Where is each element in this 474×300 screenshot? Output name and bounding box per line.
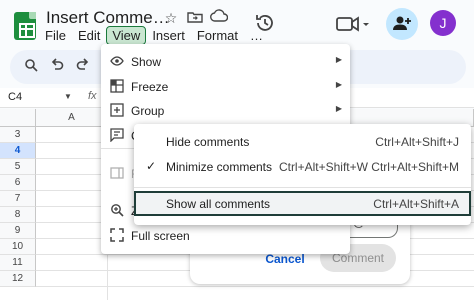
submenu-arrow-icon: ▶	[335, 80, 342, 89]
minimize-comments-label: Minimize comments	[166, 160, 273, 174]
row-header[interactable]: 6	[0, 175, 36, 191]
view-menu-group[interactable]: Group ▶	[101, 99, 350, 123]
title-icons: ☆	[162, 9, 229, 27]
redo-icon[interactable]	[74, 58, 92, 76]
hide-comments-shortcut: Ctrl+Alt+Shift+J	[375, 135, 459, 149]
view-menu-fullscreen[interactable]: Full screen	[101, 224, 350, 248]
row-header[interactable]: 9	[0, 223, 36, 239]
avatar[interactable]: J	[430, 10, 456, 36]
row-header[interactable]: 7	[0, 191, 36, 207]
row-header[interactable]: 11	[0, 255, 36, 271]
version-history-icon[interactable]	[254, 12, 276, 34]
column-header-a[interactable]: A	[36, 109, 108, 127]
search-icon[interactable]	[22, 58, 40, 76]
submenu-arrow-icon: ▶	[335, 104, 342, 113]
submenu-arrow-icon: ▶	[335, 55, 342, 64]
sheets-app: Insert Comme… ☆ File Edit View Insert Fo…	[0, 0, 474, 300]
row-header[interactable]: 12	[0, 271, 36, 287]
menu-file[interactable]: File	[40, 27, 71, 44]
show-all-comments-item[interactable]: Show all comments Ctrl+Alt+Shift+A	[134, 191, 471, 216]
view-menu-label: Group	[131, 104, 165, 118]
cloud-status-icon[interactable]	[210, 9, 229, 27]
chevron-down-icon[interactable]: ▼	[64, 92, 72, 101]
fx-icon: fx	[88, 90, 97, 102]
document-title[interactable]: Insert Comme…	[46, 8, 170, 28]
menu-view[interactable]: View	[106, 26, 147, 45]
minimize-comments-shortcut: Ctrl+Alt+Shift+W Ctrl+Alt+Shift+M	[278, 160, 459, 174]
menubar: File Edit View Insert Format …	[40, 26, 270, 45]
undo-icon[interactable]	[48, 58, 66, 76]
view-menu-label: Show	[131, 55, 162, 69]
row-header-selected[interactable]: 4	[0, 143, 36, 159]
hide-comments-item[interactable]: Hide comments Ctrl+Alt+Shift+J	[134, 129, 471, 154]
move-folder-icon[interactable]	[186, 9, 204, 27]
comment-icon	[109, 128, 125, 144]
menu-divider	[134, 187, 471, 188]
row-header[interactable]: 8	[0, 207, 36, 223]
show-all-comments-shortcut: Ctrl+Alt+Shift+A	[373, 197, 459, 211]
view-menu-label: Freeze	[131, 80, 169, 94]
hide-comments-label: Hide comments	[166, 135, 250, 149]
select-all-corner[interactable]	[0, 109, 36, 127]
grid-line	[36, 286, 474, 287]
menu-edit[interactable]: Edit	[73, 27, 105, 44]
cell-reference[interactable]: C4	[8, 91, 22, 103]
menu-format[interactable]: Format	[192, 27, 243, 44]
view-menu-label: Full screen	[131, 229, 190, 243]
group-icon	[109, 103, 125, 119]
view-menu-freeze[interactable]: Freeze ▶	[101, 75, 350, 99]
show-all-comments-label: Show all comments	[166, 197, 271, 211]
row-header[interactable]: 10	[0, 239, 36, 255]
panel-icon	[109, 166, 125, 182]
row-header[interactable]: 3	[0, 127, 36, 143]
fullscreen-icon	[109, 228, 125, 244]
freeze-icon	[109, 79, 125, 95]
zoom-icon	[109, 203, 125, 219]
share-button[interactable]	[386, 8, 418, 40]
row-header[interactable]: 5	[0, 159, 36, 175]
star-icon[interactable]: ☆	[162, 9, 180, 27]
menu-insert[interactable]: Insert	[147, 27, 190, 44]
checkmark-icon: ✓	[146, 159, 157, 173]
eye-icon	[109, 54, 125, 70]
meet-call-icon[interactable]	[336, 14, 372, 34]
minimize-comments-item[interactable]: ✓ Minimize comments Ctrl+Alt+Shift+W Ctr…	[134, 154, 471, 179]
sheets-logo-icon[interactable]	[14, 12, 36, 40]
view-menu-show[interactable]: Show ▶	[101, 50, 350, 74]
